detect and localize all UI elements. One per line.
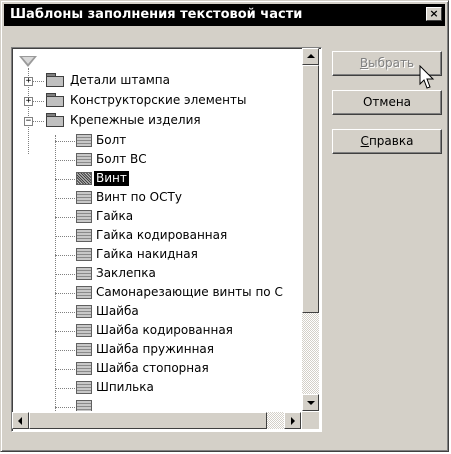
folder-icon (46, 93, 64, 107)
tree-root-icon (19, 56, 37, 67)
tree-item-shaiba-kodirovannaya[interactable]: Шайба кодированная (94, 323, 235, 338)
collapse-minus-icon[interactable]: − (24, 117, 33, 126)
arrow-up-icon (307, 54, 315, 58)
tree-connector (55, 179, 75, 180)
template-doc-icon (76, 286, 92, 299)
template-doc-icon (76, 153, 92, 166)
tree-connector (55, 293, 75, 294)
template-doc-icon (76, 381, 92, 394)
tree-item-gaika-kodirovannaya[interactable]: Гайка кодированная (94, 228, 229, 243)
vertical-scrollbar[interactable] (302, 48, 319, 411)
cancel-button-label: Отмена (362, 95, 412, 109)
tree-connector (55, 388, 75, 389)
folder-open-icon (46, 113, 64, 127)
tree-connector (55, 255, 75, 256)
arrow-down-icon (307, 401, 315, 405)
tree-item-shaiba[interactable]: Шайба (94, 304, 141, 319)
tree-folder-konstruktorskie[interactable]: Конструкторские элементы (68, 93, 248, 108)
cancel-button[interactable]: Отмена (332, 90, 442, 115)
template-doc-icon (76, 134, 92, 147)
tree-item-shpilka[interactable]: Шпилька (94, 380, 156, 395)
scroll-right-button[interactable] (284, 412, 301, 429)
tree-connector (55, 407, 75, 408)
tree-item-shaiba-pruzhinnaya[interactable]: Шайба пружинная (94, 342, 216, 357)
help-button-hotkey: С (360, 134, 369, 148)
template-doc-icon (76, 229, 92, 242)
template-doc-icon (76, 191, 92, 204)
mouse-cursor-icon (419, 65, 435, 89)
help-button-label: правка (368, 134, 414, 148)
title-bar[interactable]: Шаблоны заполнения текстовой части × (4, 4, 445, 26)
scroll-corner (302, 412, 319, 429)
expand-plus-icon[interactable]: + (24, 97, 33, 106)
tree-item-samonarezayushchie[interactable]: Самонарезающие винты по С (94, 285, 285, 300)
expand-plus-icon[interactable]: + (24, 77, 33, 86)
scroll-down-button[interactable] (302, 394, 319, 411)
horizontal-scroll-thumb[interactable] (29, 412, 267, 429)
tree-item-zaklepka[interactable]: Заклепка (94, 266, 158, 281)
template-doc-icon (76, 172, 92, 185)
tree-connector (55, 331, 75, 332)
vertical-scroll-thumb[interactable] (302, 65, 319, 313)
template-doc-icon (76, 305, 92, 318)
arrow-left-icon (18, 417, 22, 425)
tree-connector (55, 369, 75, 370)
select-button-label: ыбрать (368, 56, 415, 70)
scroll-left-button[interactable] (12, 412, 29, 429)
tree-item-bolt[interactable]: Болт (94, 133, 128, 148)
tree-folder-krepezhnye[interactable]: Крепежные изделия (68, 113, 203, 128)
template-doc-icon (76, 362, 92, 375)
template-doc-icon (76, 210, 92, 223)
template-doc-icon (76, 324, 92, 337)
template-doc-icon (76, 400, 92, 411)
template-doc-icon (76, 267, 92, 280)
tree-connector (55, 236, 75, 237)
arrow-right-icon (291, 417, 295, 425)
tree-item-gaika-nakidnaya[interactable]: Гайка накидная (94, 247, 200, 262)
tree-folder-detali-shtampa[interactable]: Детали штампа (68, 73, 172, 88)
close-icon[interactable]: × (426, 7, 442, 21)
template-tree[interactable]: + Детали штампа + Конструкторские элемен… (11, 47, 322, 432)
tree-item-shaiba-stopornaya[interactable]: Шайба стопорная (94, 361, 211, 376)
horizontal-scrollbar[interactable] (12, 412, 301, 429)
select-button-hotkey: В (359, 56, 369, 70)
tree-connector (55, 141, 75, 142)
template-doc-icon (76, 343, 92, 356)
folder-icon (46, 73, 64, 87)
tree-item-vint-po-ostu[interactable]: Винт по ОСТу (94, 190, 184, 205)
window-title: Шаблоны заполнения текстовой части (10, 7, 303, 22)
tree-item-gaika[interactable]: Гайка (94, 209, 135, 224)
help-button[interactable]: Справка (332, 129, 442, 154)
tree-item-vint-selected[interactable]: Винт (94, 171, 129, 186)
tree-viewport: + Детали штампа + Конструкторские элемен… (12, 48, 301, 411)
tree-connector (55, 198, 75, 199)
tree-connector (55, 160, 75, 161)
tree-connector (55, 312, 75, 313)
tree-item-bolt-vs[interactable]: Болт ВС (94, 152, 149, 167)
tree-connector (55, 274, 75, 275)
tree-connector (55, 350, 75, 351)
template-dialog: Шаблоны заполнения текстовой части × + Д… (0, 0, 449, 452)
tree-connector (55, 217, 75, 218)
scroll-up-button[interactable] (302, 48, 319, 65)
template-doc-icon (76, 248, 92, 261)
